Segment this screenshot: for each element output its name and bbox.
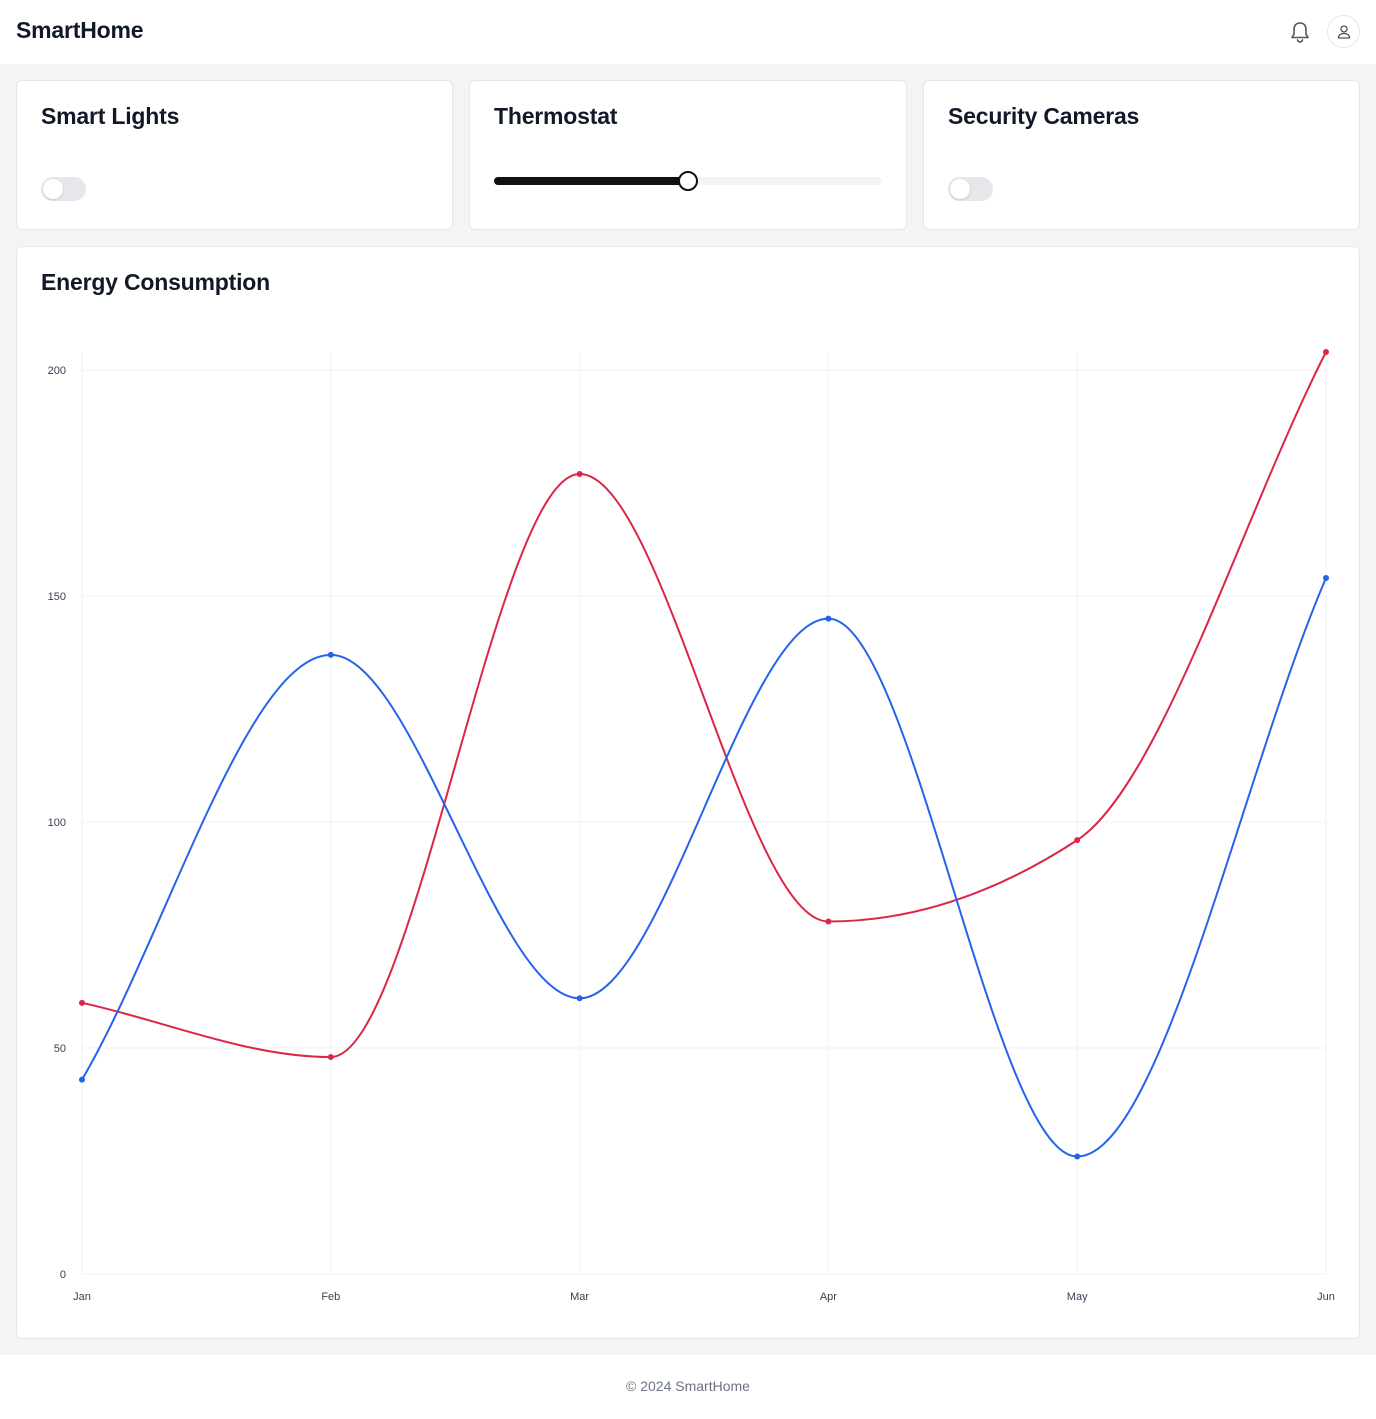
thermostat-title: Thermostat bbox=[494, 103, 618, 129]
footer-copyright: © 2024 SmartHome bbox=[626, 1378, 750, 1394]
security-cameras-title: Security Cameras bbox=[948, 103, 1140, 129]
series-point-2[interactable] bbox=[327, 651, 334, 658]
user-avatar-button[interactable] bbox=[1327, 15, 1360, 48]
series-point-2[interactable] bbox=[1323, 574, 1329, 581]
x-tick-label: Jun bbox=[1317, 1291, 1335, 1303]
x-tick-label: Mar bbox=[570, 1291, 589, 1303]
x-tick-label: Apr bbox=[820, 1291, 837, 1303]
chart-axes: Jan Feb Mar Apr May Jun 0 50 100 150 200 bbox=[48, 365, 1335, 1303]
slider-fill bbox=[494, 177, 688, 185]
chart-series bbox=[79, 349, 1329, 1160]
slider-thumb[interactable] bbox=[678, 171, 698, 191]
series-point-2[interactable] bbox=[1074, 1153, 1081, 1160]
thermostat-slider[interactable] bbox=[494, 167, 882, 195]
energy-chart: Jan Feb Mar Apr May Jun 0 50 100 150 200 bbox=[48, 349, 1335, 1303]
y-tick-label: 0 bbox=[60, 1269, 66, 1281]
series-point-1[interactable] bbox=[1074, 837, 1081, 844]
series-point-1[interactable] bbox=[1323, 349, 1329, 355]
chart-grid bbox=[81, 352, 1327, 1275]
series-point-1[interactable] bbox=[576, 471, 583, 478]
series-line-1 bbox=[81, 351, 1327, 1059]
security-cameras-toggle[interactable] bbox=[948, 177, 993, 201]
footer: © 2024 SmartHome bbox=[0, 1355, 1376, 1419]
y-tick-label: 50 bbox=[54, 1043, 66, 1055]
x-tick-label: Feb bbox=[321, 1291, 340, 1303]
energy-consumption-card: Energy Consumption Jan Feb Mar Apr May Jun 0 50… bbox=[16, 246, 1360, 1339]
user-icon bbox=[1337, 24, 1350, 39]
smart-lights-card: Smart Lights bbox=[16, 80, 453, 230]
top-bar: SmartHome bbox=[0, 0, 1376, 64]
x-tick-label: May bbox=[1067, 1291, 1088, 1303]
series-point-1[interactable] bbox=[327, 1054, 334, 1061]
series-point-2[interactable] bbox=[79, 1076, 85, 1083]
series-point-2[interactable] bbox=[825, 615, 832, 622]
series-point-1[interactable] bbox=[79, 999, 85, 1006]
toggle-knob bbox=[43, 179, 63, 199]
smart-lights-toggle[interactable] bbox=[41, 177, 86, 201]
series-point-2[interactable] bbox=[576, 995, 583, 1002]
x-tick-label: Jan bbox=[73, 1291, 91, 1303]
app-brand[interactable]: SmartHome bbox=[16, 17, 143, 44]
series-line-2 bbox=[81, 577, 1327, 1158]
security-cameras-card: Security Cameras bbox=[923, 80, 1360, 230]
toggle-knob bbox=[950, 179, 970, 199]
y-tick-label: 150 bbox=[48, 591, 66, 603]
y-tick-label: 200 bbox=[48, 365, 66, 377]
y-tick-label: 100 bbox=[48, 817, 66, 829]
thermostat-card: Thermostat bbox=[469, 80, 907, 230]
bell-icon[interactable] bbox=[1284, 16, 1316, 48]
bell-icon-glyph bbox=[1291, 22, 1309, 43]
smart-lights-title: Smart Lights bbox=[41, 103, 180, 129]
series-point-1[interactable] bbox=[825, 918, 832, 925]
